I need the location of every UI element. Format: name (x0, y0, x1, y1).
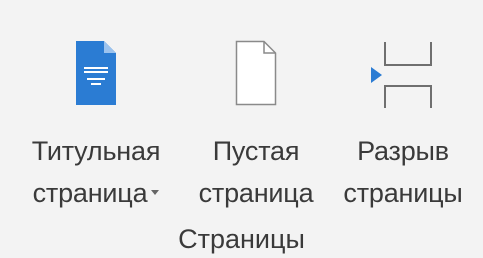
group-label: Страницы (178, 224, 305, 254)
cover-page-label-line2: страница (32, 178, 148, 208)
cover-page-label-line1: Титульная (31, 136, 161, 166)
page-break-button[interactable]: Разрыв страницы (328, 18, 478, 218)
page-break-label-line2: страницы (343, 178, 463, 208)
page-break-icon (368, 40, 438, 115)
cover-page-button[interactable]: Титульная страница (8, 18, 184, 218)
blank-page-button[interactable]: Пустая страница (188, 18, 324, 218)
chevron-down-icon[interactable] (151, 190, 160, 196)
cover-page-icon (75, 40, 117, 111)
blank-page-label-line1: Пустая (212, 136, 300, 166)
ribbon-group-pages: Титульная страница Пустая страница Разры… (0, 0, 483, 258)
page-break-label-line1: Разрыв (357, 136, 449, 166)
blank-page-icon (235, 40, 277, 111)
blank-page-label-line2: страница (198, 178, 314, 208)
